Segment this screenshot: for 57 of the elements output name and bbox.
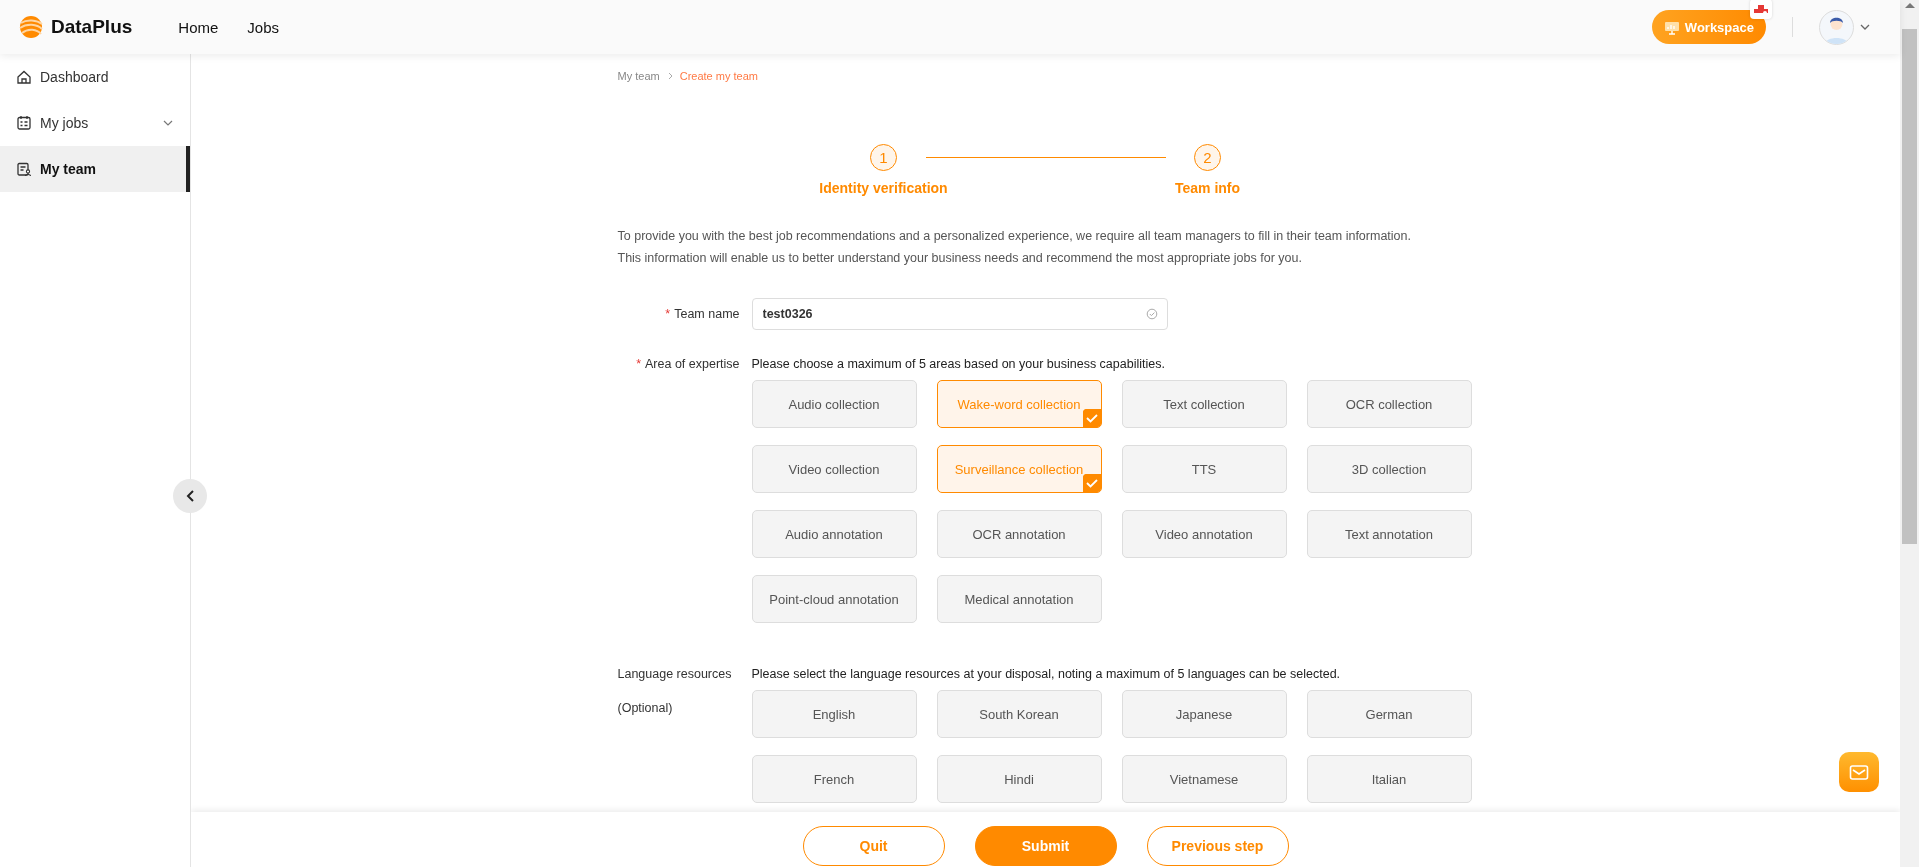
required-mark: * [665, 307, 671, 321]
nav-link[interactable]: Jobs [247, 18, 279, 36]
avatar[interactable] [1819, 9, 1854, 45]
option-chip[interactable]: Text annotation [1306, 510, 1472, 558]
breadcrumb-item[interactable]: My team [617, 70, 660, 82]
sidebar-item[interactable]: My team [0, 146, 190, 192]
option-chip[interactable]: Text collection [1121, 380, 1287, 428]
checkmark-icon [1082, 409, 1101, 427]
sidebar-item[interactable]: My jobs [0, 100, 190, 146]
option-chip[interactable]: English [751, 690, 917, 738]
option-chip[interactable]: TTS [1121, 445, 1287, 493]
option-chip[interactable]: Hindi [936, 755, 1102, 803]
option-chip[interactable]: French [751, 755, 917, 803]
option-chip[interactable]: Audio collection [751, 380, 917, 428]
step-label: Identity verification [819, 180, 948, 196]
home-icon [16, 69, 32, 85]
nav-link[interactable]: Home [178, 18, 219, 36]
step-number: 2 [1194, 144, 1221, 171]
option-chip[interactable]: Japanese [1121, 690, 1287, 738]
option-chip[interactable]: German [1306, 690, 1472, 738]
option-chip[interactable]: OCR annotation [936, 510, 1102, 558]
document-person-icon [16, 161, 32, 177]
option-chip[interactable]: Medical annotation [936, 575, 1102, 623]
required-mark: * [636, 357, 641, 371]
option-chip[interactable]: Audio annotation [751, 510, 917, 558]
team-name-field[interactable]: test0326 [751, 298, 1168, 330]
breadcrumb-item: Create my team [679, 70, 758, 82]
option-chip[interactable]: South Korean [936, 690, 1102, 738]
monitor-icon [1663, 19, 1680, 35]
field-label: Area of expertise [645, 357, 740, 371]
checkmark-icon [1082, 474, 1101, 492]
field-label: Team name [674, 307, 740, 321]
step-label: Team info [1174, 180, 1241, 196]
chevron-down-icon [1859, 22, 1871, 32]
option-chip[interactable]: Video collection [751, 445, 917, 493]
mail-icon [1849, 762, 1869, 782]
option-chip[interactable]: Italian [1306, 755, 1472, 803]
hint-text: Please choose a maximum of 5 areas based on your business capabilities. [751, 357, 1166, 371]
option-chip[interactable]: Point-cloud annotation [751, 575, 917, 623]
intro-text: To provide you with the best job recommendations and a personalized experience, we require all team managers to fill in their team information. [617, 228, 1412, 245]
logo-icon [17, 14, 45, 40]
intro-text: This information will enable us to better understand your business needs and recommend the most appropriate jobs for you. [617, 250, 1303, 267]
message-button[interactable] [1839, 752, 1879, 792]
sidebar-item[interactable]: Dashboard [0, 54, 190, 100]
logo-text: DataPlus [51, 16, 133, 38]
chevron-left-icon [184, 489, 196, 503]
field-label: Language resources [617, 667, 733, 681]
hint-text: Please select the language resources at your disposal, noting a maximum of 5 languages can be selected. [751, 667, 1342, 681]
collapse-button[interactable] [173, 479, 207, 513]
option-chip[interactable]: OCR collection [1306, 380, 1472, 428]
option-chip[interactable]: Video annotation [1121, 510, 1287, 558]
optional-label: (Optional) [617, 701, 674, 715]
option-chip[interactable]: Vietnamese [1121, 755, 1287, 803]
check-circle-icon [1145, 308, 1158, 320]
calendar-icon [16, 115, 32, 131]
step-number: 1 [870, 144, 897, 171]
option-chip[interactable]: 3D collection [1306, 445, 1472, 493]
